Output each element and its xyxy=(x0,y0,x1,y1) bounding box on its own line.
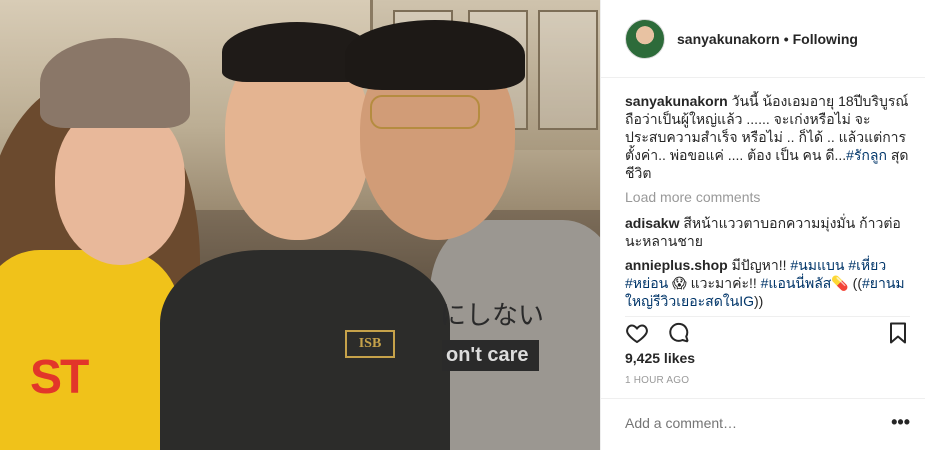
pill-emoji: 💊 xyxy=(831,275,849,291)
post-header: sanyakunakorn • Following xyxy=(601,0,925,78)
avatar[interactable] xyxy=(625,18,665,59)
comment-item: adisakw สีหน้าแววตาบอกความมุ่งมั่น ก้าวต… xyxy=(625,214,910,250)
post-sidebar: sanyakunakorn • Following sanyakunakorn … xyxy=(600,0,925,450)
comment-username[interactable]: annieplus.shop xyxy=(625,257,728,273)
post-photo[interactable]: ST ISB にしない on't care xyxy=(0,0,600,450)
comment-icon[interactable] xyxy=(667,321,691,345)
post-timestamp[interactable]: 1 HOUR AGO xyxy=(625,375,689,386)
comment-text: (( xyxy=(848,275,863,291)
man-grey-shirt xyxy=(430,220,600,450)
load-more-comments-button[interactable]: Load more comments xyxy=(625,188,910,206)
comments-list: sanyakunakorn วันนี้ น้องเอมอายุ 18ปีบริ… xyxy=(625,92,910,316)
caption-username[interactable]: sanyakunakorn xyxy=(625,93,728,109)
shirt-print-japanese: にしない xyxy=(440,301,545,331)
comment-username[interactable]: adisakw xyxy=(625,215,679,231)
header-separator: • xyxy=(783,30,789,47)
woman-face xyxy=(55,105,185,265)
likes-count[interactable]: 9,425 likes xyxy=(625,350,695,366)
following-button[interactable]: Following xyxy=(793,31,858,47)
glasses xyxy=(370,95,480,129)
shirt-print-english: on't care xyxy=(442,340,539,371)
cabinet-pane xyxy=(538,10,598,130)
add-comment-input[interactable] xyxy=(625,415,875,431)
post-actions xyxy=(625,316,910,344)
polo-logo: ISB xyxy=(345,330,395,358)
heart-icon[interactable] xyxy=(625,321,649,345)
comment-text: )) xyxy=(753,293,764,309)
woman-cap xyxy=(40,38,190,128)
comment-hashtag[interactable]: #แอนนี่พลัส xyxy=(761,275,832,291)
yellow-shirt xyxy=(0,250,180,450)
header-username[interactable]: sanyakunakorn xyxy=(677,31,780,47)
comment-text: มีปัญหา!! xyxy=(731,257,791,273)
yellow-shirt-print: ST xyxy=(30,351,89,404)
bookmark-icon[interactable] xyxy=(886,321,910,345)
more-icon[interactable]: ••• xyxy=(891,413,910,431)
young-man-black-polo xyxy=(160,250,450,450)
caption-hashtag[interactable]: #รักลูก xyxy=(846,147,887,163)
add-comment-bar: ••• xyxy=(601,398,925,450)
comment-text: แวะมาค่ะ!! xyxy=(690,275,761,291)
comment-item: annieplus.shop มีปัญหา!! #นมแบน #เหี่ยว … xyxy=(625,256,910,310)
older-man-hair xyxy=(345,20,525,90)
caption: sanyakunakorn วันนี้ น้องเอมอายุ 18ปีบริ… xyxy=(625,92,910,182)
scream-emoji: 😱 xyxy=(668,275,691,291)
